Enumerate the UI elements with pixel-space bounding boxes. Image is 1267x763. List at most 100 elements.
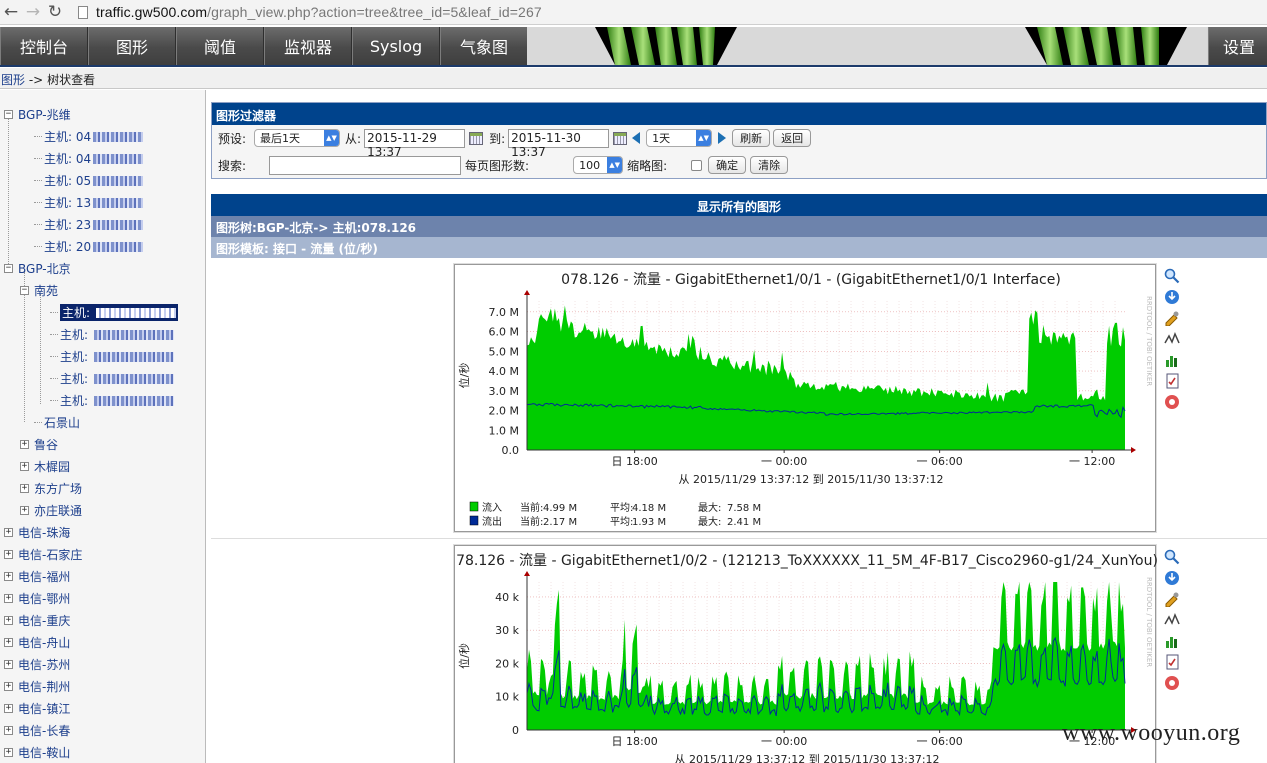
menu-tab-0[interactable]: 控制台 <box>0 27 88 65</box>
menu-tab-4[interactable]: Syslog <box>352 27 440 65</box>
tree-node[interactable]: + 东方广场 <box>20 479 82 497</box>
expand-icon[interactable]: + <box>4 615 13 625</box>
expand-icon[interactable]: + <box>4 571 13 581</box>
expand-icon[interactable]: + <box>4 527 13 537</box>
report-icon[interactable] <box>1164 654 1180 670</box>
collapse-icon[interactable]: − <box>4 263 13 273</box>
expand-icon[interactable]: + <box>20 483 29 493</box>
expand-icon[interactable]: + <box>20 461 29 471</box>
tree-node[interactable]: + 木樨园 <box>20 457 70 475</box>
to-calendar-icon[interactable] <box>613 131 628 145</box>
expand-icon[interactable]: + <box>4 703 13 713</box>
from-date-input[interactable]: 2015-11-29 13:37 <box>364 128 466 159</box>
refresh-button[interactable]: 刷新 <box>732 129 771 147</box>
timespan-select[interactable]: 1天 ▲▼ <box>646 129 713 147</box>
menu-tab-5[interactable]: 气象图 <box>440 27 528 65</box>
tree-node[interactable]: 主机: 13 <box>34 193 144 211</box>
edit-icon[interactable] <box>1164 310 1180 326</box>
zoom-icon[interactable] <box>1164 549 1180 565</box>
expand-icon[interactable]: + <box>4 549 13 559</box>
tree-node[interactable]: 主机: <box>50 391 174 409</box>
remove-icon[interactable] <box>1164 675 1180 691</box>
expand-icon[interactable]: + <box>4 637 13 647</box>
shift-right-icon[interactable] <box>718 132 727 144</box>
tree-node[interactable]: + 电信-福州 <box>4 567 70 585</box>
tree-node[interactable]: 主机: 20 <box>34 237 144 255</box>
address-bar[interactable]: traffic.gw500.com/graph_view.php?action=… <box>96 4 542 20</box>
expand-icon[interactable]: + <box>4 593 13 603</box>
tree-node[interactable]: + 电信-重庆 <box>4 611 70 629</box>
traffic-graph-1[interactable]: 078.126 - 流量 - GigabitEthernet1/0/1 - (G… <box>454 264 1156 532</box>
menu-tab-1[interactable]: 图形 <box>88 27 176 65</box>
tree-node[interactable]: 主机: 05 <box>34 171 144 189</box>
settings-tab[interactable]: 设置 <box>1208 27 1267 65</box>
tree-node-label: 电信-福州 <box>18 569 71 584</box>
thumbnail-checkbox[interactable] <box>691 159 703 171</box>
tree-node[interactable]: − 南苑 <box>20 281 58 299</box>
menu-tab-3[interactable]: 监视器 <box>264 27 352 65</box>
traffic-graph-2[interactable]: 78.126 - 流量 - GigabitEthernet1/0/2 - (12… <box>454 545 1158 763</box>
breadcrumb-graphs-link[interactable]: 图形 <box>1 73 25 87</box>
y-tick-label: 6.0 M <box>489 326 519 339</box>
tree-node[interactable]: + 电信-长春 <box>4 721 70 739</box>
zoom-icon[interactable] <box>1164 268 1180 284</box>
tree-node-label: 主机: 20 <box>44 238 144 255</box>
shift-left-icon[interactable] <box>632 132 641 144</box>
download-icon[interactable] <box>1164 570 1180 586</box>
tree-node[interactable]: − BGP-兆维 <box>4 105 71 123</box>
browser-bar: ← → ↻ traffic.gw500.com/graph_view.php?a… <box>0 0 1267 25</box>
tree-node[interactable]: + 电信-珠海 <box>4 523 70 541</box>
from-calendar-icon[interactable] <box>469 131 484 145</box>
report-icon[interactable] <box>1164 373 1180 389</box>
tree-node[interactable]: + 电信-鄂州 <box>4 589 70 607</box>
line-icon[interactable] <box>1164 612 1180 628</box>
tree-node[interactable]: + 电信-镇江 <box>4 699 70 717</box>
clear-button[interactable]: 清除 <box>750 156 789 174</box>
legend-swatch <box>469 515 479 526</box>
remove-icon[interactable] <box>1164 394 1180 410</box>
download-icon[interactable] <box>1164 289 1180 305</box>
tree-node[interactable]: 主机: 04 <box>34 149 144 167</box>
search-input[interactable] <box>269 155 462 175</box>
bar-icon[interactable] <box>1164 633 1180 649</box>
forward-arrow-icon[interactable]: → <box>22 1 44 23</box>
tree-node[interactable]: 石景山 <box>34 413 80 431</box>
reload-icon[interactable]: ↻ <box>44 1 66 23</box>
tree-node[interactable]: + 电信-石家庄 <box>4 545 82 563</box>
edit-icon[interactable] <box>1164 591 1180 607</box>
expand-icon[interactable]: + <box>4 725 13 735</box>
back-arrow-icon[interactable]: ← <box>0 1 22 23</box>
preset-select[interactable]: 最后1天 ▲▼ <box>254 129 341 147</box>
tree-node[interactable]: + 亦庄联通 <box>20 501 82 519</box>
expand-icon[interactable]: + <box>20 505 29 515</box>
tree-node[interactable]: 主机: <box>50 325 174 343</box>
expand-icon[interactable]: + <box>4 681 13 691</box>
timespan-value: 1天 <box>652 132 671 145</box>
expand-icon[interactable]: + <box>4 659 13 669</box>
tree-node[interactable]: + 电信-鞍山 <box>4 743 70 761</box>
collapse-icon[interactable]: − <box>20 285 29 295</box>
tree-node[interactable]: 主机: 23 <box>34 215 144 233</box>
expand-icon[interactable]: + <box>4 747 13 757</box>
tree-node[interactable]: 主机: <box>50 303 178 321</box>
tree-node[interactable]: + 电信-舟山 <box>4 633 70 651</box>
tree-node[interactable]: + 鲁谷 <box>20 435 58 453</box>
tree-node[interactable]: 主机: <box>50 369 174 387</box>
expand-icon[interactable]: + <box>20 439 29 449</box>
collapse-icon[interactable]: − <box>4 109 13 119</box>
tree-node[interactable]: + 电信-苏州 <box>4 655 70 673</box>
per-page-select[interactable]: 100 ▲▼ <box>573 156 624 174</box>
menu-tab-2[interactable]: 阈值 <box>176 27 264 65</box>
legend-current-label: 当前: <box>520 515 543 528</box>
tree-node[interactable]: − BGP-北京 <box>4 259 71 277</box>
tree-connector <box>50 311 58 313</box>
tree-node[interactable]: + 电信-荆州 <box>4 677 70 695</box>
tree-node-label: 鲁谷 <box>34 437 59 452</box>
to-date-input[interactable]: 2015-11-30 13:37 <box>508 128 610 159</box>
back-button[interactable]: 返回 <box>773 129 812 147</box>
bar-icon[interactable] <box>1164 352 1180 368</box>
line-icon[interactable] <box>1164 331 1180 347</box>
tree-node[interactable]: 主机: 04 <box>34 127 144 145</box>
confirm-button[interactable]: 确定 <box>708 156 747 174</box>
tree-node[interactable]: 主机: <box>50 347 174 365</box>
